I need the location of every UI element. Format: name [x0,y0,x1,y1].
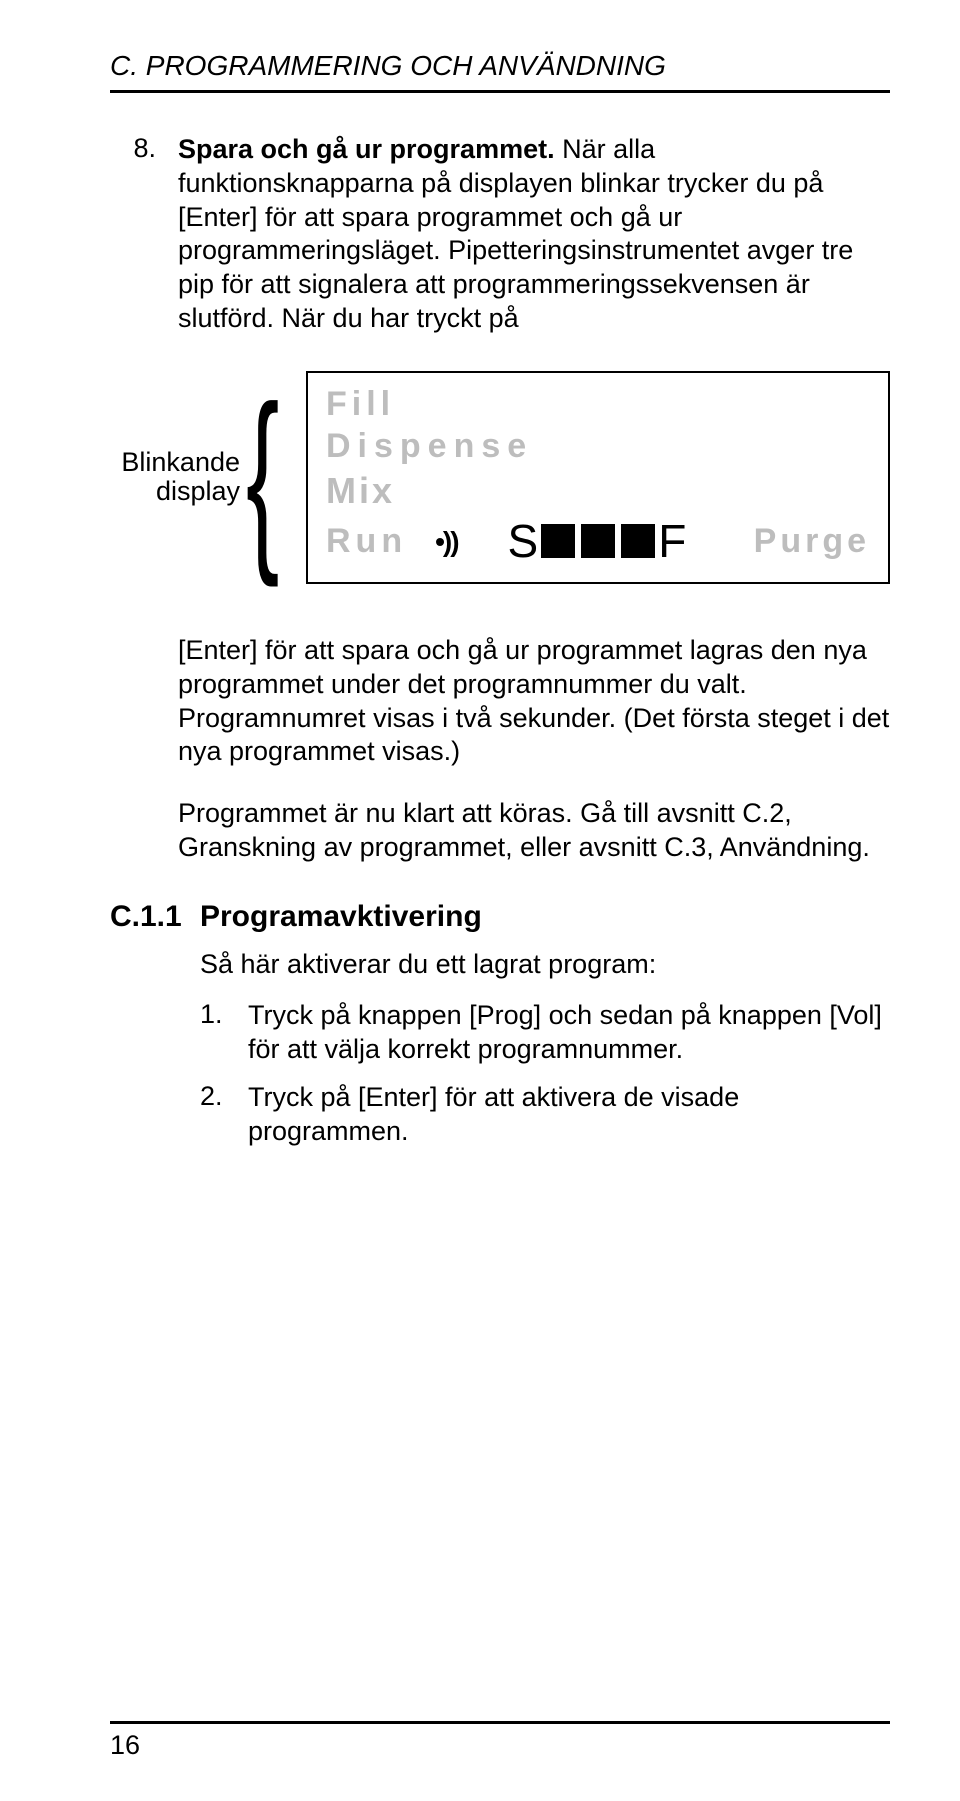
list-text: Tryck på [Enter] för att aktivera de vis… [248,1081,890,1149]
list-item-1: 1. Tryck på knappen [Prog] och sedan på … [200,999,890,1067]
subsection-heading: C.1.1 Programavktivering [110,900,890,934]
display-run: Run [326,520,407,563]
paragraph-after-display-1: [Enter] för att spara och gå ur programm… [178,634,890,769]
list-number: 2. [200,1081,248,1149]
brace-icon: { [246,407,271,547]
device-display: Fill Dispense Mix Run •)) S F Purge [306,371,890,585]
step-number: 8. [110,133,178,336]
step-body: Spara och gå ur programmet. När alla fun… [178,133,890,336]
section-header: C. PROGRAMMERING OCH ANVÄNDNING [110,50,890,93]
blinking-display-figure: Blinkande display { Fill Dispense Mix Ru… [110,371,890,585]
figure-label-line1: Blinkande [121,447,240,477]
display-fill: Fill [326,383,870,426]
display-s: S [508,513,539,571]
paragraph-after-display-2: Programmet är nu klart att köras. Gå til… [178,797,890,865]
page-footer: 16 [110,1721,890,1761]
subsection-number: C.1.1 [110,900,200,934]
display-sf: S F [508,513,687,571]
subsection-intro: Så här aktiverar du ett lagrat program: [200,948,890,982]
figure-label: Blinkande display [110,448,246,507]
display-purge: Purge [754,520,870,563]
sound-icon: •)) [435,524,457,559]
subsection-title: Programavktivering [200,900,482,934]
list-text: Tryck på knappen [Prog] och sedan på kna… [248,999,890,1067]
square-icon [621,524,655,558]
display-dispense: Dispense [326,425,870,468]
list-item-2: 2. Tryck på [Enter] för att aktivera de … [200,1081,890,1149]
square-icon [581,524,615,558]
figure-label-line2: display [156,476,240,506]
display-mix: Mix [326,468,870,513]
display-f: F [658,513,686,571]
list-number: 1. [200,999,248,1067]
step-title: Spara och gå ur programmet. [178,134,555,164]
square-icon [541,524,575,558]
page-number: 16 [110,1730,140,1760]
step-8: 8. Spara och gå ur programmet. När alla … [110,133,890,336]
